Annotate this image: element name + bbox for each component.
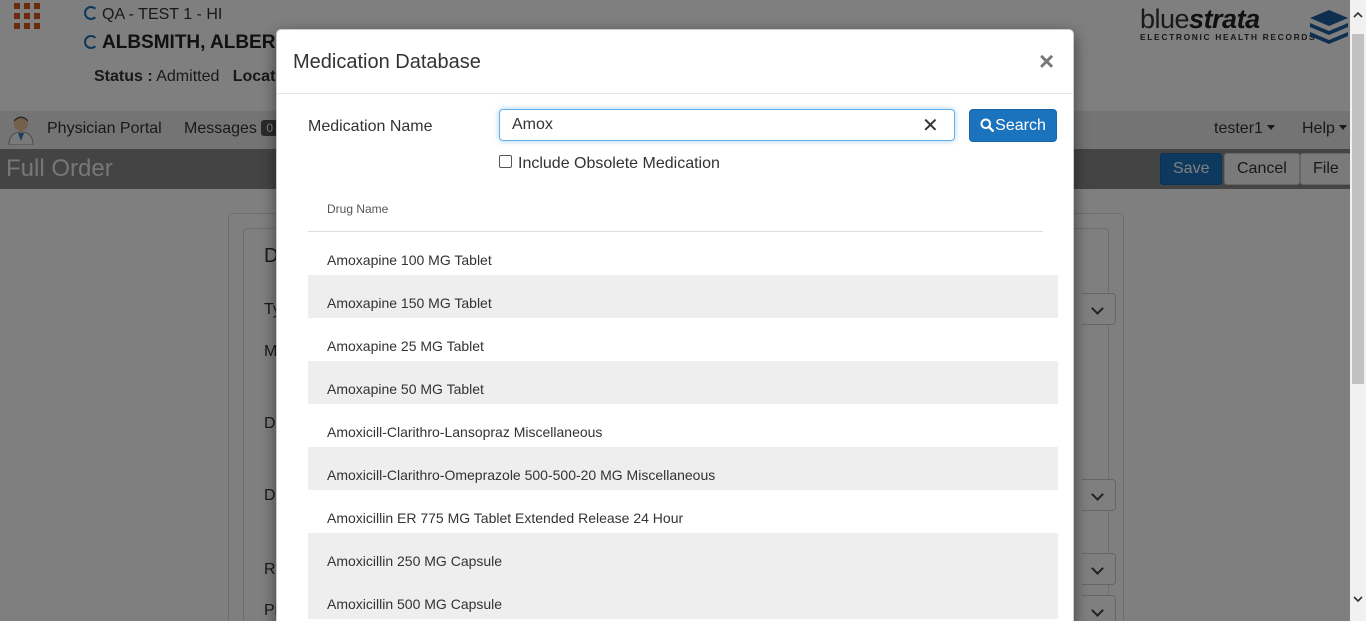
- table-row[interactable]: Amoxicillin ER 775 MG Tablet Extended Re…: [308, 490, 1058, 533]
- page-scrollbar[interactable]: [1350, 0, 1366, 621]
- table-row[interactable]: Amoxapine 50 MG Tablet: [308, 361, 1058, 404]
- column-header-drug-name[interactable]: Drug Name: [308, 190, 1043, 232]
- medication-database-modal: Medication Database × Medication Name ✕ …: [276, 29, 1074, 621]
- table-row[interactable]: Amoxicill-Clarithro-Lansopraz Miscellane…: [308, 404, 1058, 447]
- medication-name-label: Medication Name: [308, 118, 433, 135]
- close-icon[interactable]: ×: [1039, 48, 1054, 74]
- include-obsolete-checkbox[interactable]: [499, 155, 512, 168]
- table-row[interactable]: Amoxicill-Clarithro-Omeprazole 500-500-2…: [308, 447, 1058, 490]
- scroll-up-icon[interactable]: [1353, 10, 1363, 20]
- drug-results-table: Drug Name Amoxapine 100 MG Tablet Amoxap…: [308, 190, 1058, 619]
- table-row[interactable]: Amoxapine 100 MG Tablet: [308, 232, 1058, 275]
- search-icon: [980, 118, 995, 132]
- modal-title: Medication Database: [293, 51, 481, 73]
- medication-search-field[interactable]: ✕: [499, 109, 955, 141]
- search-button[interactable]: Search: [969, 109, 1057, 142]
- modal-header: Medication Database ×: [277, 30, 1073, 94]
- table-row[interactable]: Amoxicillin 250 MG Capsule: [308, 533, 1058, 576]
- include-obsolete-option[interactable]: Include Obsolete Medication: [499, 155, 720, 173]
- scrollbar-thumb[interactable]: [1352, 34, 1364, 384]
- table-row[interactable]: Amoxicillin 500 MG Capsule: [308, 576, 1058, 619]
- medication-search-input[interactable]: [512, 116, 912, 134]
- table-row[interactable]: Amoxapine 25 MG Tablet: [308, 318, 1058, 361]
- clear-icon[interactable]: ✕: [922, 113, 939, 138]
- scroll-down-icon[interactable]: [1353, 594, 1363, 604]
- table-row[interactable]: Amoxapine 150 MG Tablet: [308, 275, 1058, 318]
